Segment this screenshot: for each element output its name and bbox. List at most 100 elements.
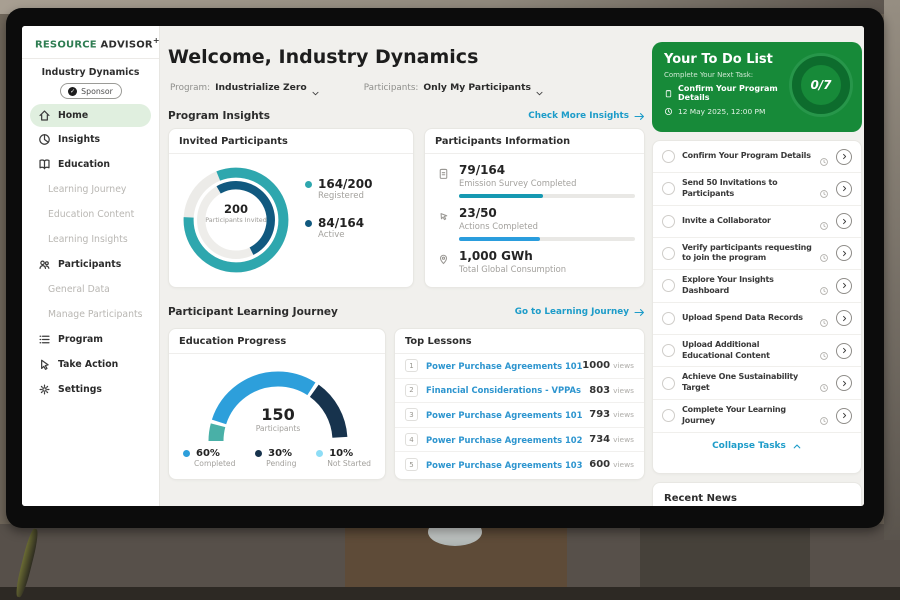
sidebar-item-home[interactable]: Home bbox=[30, 104, 151, 127]
chevron-up-icon bbox=[792, 442, 802, 450]
people-icon bbox=[38, 258, 51, 271]
task-checkbox[interactable] bbox=[662, 247, 675, 260]
chevron-right-button[interactable] bbox=[836, 343, 852, 359]
clipboard-icon bbox=[437, 165, 451, 179]
task-row-verify-participants[interactable]: Verify participants requesting to join t… bbox=[653, 238, 861, 271]
legend-dot-completed bbox=[183, 450, 190, 457]
recent-news-card: Recent News bbox=[652, 482, 862, 506]
insights-icon bbox=[38, 133, 51, 146]
legend-pending: 30% Pending bbox=[255, 448, 296, 468]
chevron-right-button[interactable] bbox=[836, 310, 852, 326]
office-background: RESOURCE ADVISOR+ Industry Dynamics ✓ Sp… bbox=[0, 0, 900, 600]
lesson-row: 3 Power Purchase Agreements 101 793 view… bbox=[395, 403, 644, 428]
book-icon bbox=[38, 158, 51, 171]
clock-icon bbox=[819, 378, 829, 388]
sidebar-item-label: Learning Insights bbox=[48, 234, 128, 245]
task-checkbox[interactable] bbox=[662, 215, 675, 228]
chevron-down-icon bbox=[311, 83, 320, 92]
chevron-right-button[interactable] bbox=[836, 213, 852, 229]
clock-icon bbox=[819, 411, 829, 421]
task-checkbox[interactable] bbox=[662, 377, 675, 390]
sidebar: RESOURCE ADVISOR+ Industry Dynamics ✓ Sp… bbox=[22, 26, 160, 506]
todo-tasks-card: Confirm Your Program Details Send 50 Inv… bbox=[652, 140, 862, 474]
sidebar-item-label: Take Action bbox=[58, 359, 118, 370]
due-date-label: 12 May 2025, 12:00 PM bbox=[678, 107, 765, 116]
sidebar-item-education-content[interactable]: Education Content bbox=[22, 202, 159, 227]
check-more-insights-link[interactable]: Check More Insights bbox=[528, 111, 645, 121]
recent-news-heading: Recent News bbox=[653, 483, 861, 506]
task-row-complete-learning-journey[interactable]: Complete Your Learning Journey bbox=[653, 400, 861, 433]
sidebar-item-learning-insights[interactable]: Learning Insights bbox=[22, 227, 159, 252]
lesson-link[interactable]: Power Purchase Agreements 102 bbox=[426, 435, 589, 445]
lesson-link[interactable]: Power Purchase Agreements 101 bbox=[426, 361, 582, 371]
program-label: Program: bbox=[170, 83, 210, 93]
task-row-upload-spend-data[interactable]: Upload Spend Data Records bbox=[653, 303, 861, 335]
task-checkbox[interactable] bbox=[662, 409, 675, 422]
not-started-value: 10% bbox=[329, 448, 353, 459]
sidebar-item-education[interactable]: Education bbox=[22, 152, 159, 177]
sidebar-item-insights[interactable]: Insights bbox=[22, 127, 159, 152]
participants-dropdown[interactable]: Participants: Only My Participants bbox=[364, 82, 544, 93]
sidebar-item-label: Insights bbox=[58, 134, 100, 145]
chevron-right-button[interactable] bbox=[836, 408, 852, 424]
collapse-tasks-link[interactable]: Collapse Tasks bbox=[653, 433, 861, 459]
task-checkbox[interactable] bbox=[662, 182, 675, 195]
sidebar-item-settings[interactable]: Settings bbox=[22, 377, 159, 402]
task-row-achieve-target[interactable]: Achieve One Sustainability Target bbox=[653, 367, 861, 400]
lesson-link[interactable]: Power Purchase Agreements 101 bbox=[426, 410, 589, 420]
legend-dot-registered bbox=[305, 181, 312, 188]
registered-label: Registered bbox=[318, 191, 372, 201]
chevron-right-button[interactable] bbox=[836, 245, 852, 261]
sidebar-item-participants[interactable]: Participants bbox=[22, 252, 159, 277]
task-checkbox[interactable] bbox=[662, 150, 675, 163]
education-progress-card: Education Progress 150 Participants 60% bbox=[168, 328, 386, 480]
lesson-rank: 2 bbox=[405, 384, 418, 397]
chevron-right-button[interactable] bbox=[836, 149, 852, 165]
task-label: Confirm Your Program Details bbox=[682, 151, 812, 162]
active-label: Active bbox=[318, 230, 372, 240]
link-label: Go to Learning Journey bbox=[515, 307, 629, 317]
sidebar-item-take-action[interactable]: Take Action bbox=[22, 352, 159, 377]
task-checkbox[interactable] bbox=[662, 279, 675, 292]
program-dropdown[interactable]: Program: Industrialize Zero bbox=[170, 82, 320, 93]
invited-count-label: Participants Invited bbox=[202, 216, 270, 224]
clipboard-icon bbox=[664, 89, 673, 98]
task-checkbox[interactable] bbox=[662, 312, 675, 325]
sidebar-item-label: Manage Participants bbox=[48, 309, 143, 320]
sidebar-item-program[interactable]: Program bbox=[22, 327, 159, 352]
todo-subtitle: Complete Your Next Task: bbox=[664, 71, 786, 79]
lesson-views: 793 bbox=[589, 409, 610, 420]
sidebar-item-manage-participants[interactable]: Manage Participants bbox=[22, 302, 159, 327]
todo-title: Your To Do List bbox=[664, 52, 786, 67]
card-title: Education Progress bbox=[169, 329, 385, 354]
sidebar-item-learning-journey[interactable]: Learning Journey bbox=[22, 177, 159, 202]
stat-global-consumption: 1,000 GWh Total Global Consumption bbox=[437, 249, 632, 274]
logo-secondary: ADVISOR bbox=[101, 39, 153, 50]
pending-value: 30% bbox=[268, 448, 292, 459]
sidebar-item-general-data[interactable]: General Data bbox=[22, 277, 159, 302]
invited-participants-card: Invited Participants 200 Participants In… bbox=[168, 128, 414, 288]
task-row-upload-educational-content[interactable]: Upload Additional Educational Content bbox=[653, 335, 861, 368]
task-row-explore-insights[interactable]: Explore Your Insights Dashboard bbox=[653, 270, 861, 303]
task-label: Explore Your Insights Dashboard bbox=[682, 275, 812, 297]
chevron-right-button[interactable] bbox=[836, 375, 852, 391]
chevron-right-button[interactable] bbox=[836, 278, 852, 294]
go-to-learning-journey-link[interactable]: Go to Learning Journey bbox=[515, 307, 645, 317]
lesson-link[interactable]: Power Purchase Agreements 103 bbox=[426, 460, 589, 470]
home-icon bbox=[38, 109, 51, 122]
legend-active: 84/164 Active bbox=[305, 216, 372, 240]
pending-label: Pending bbox=[266, 459, 296, 468]
arrow-right-icon bbox=[634, 308, 645, 317]
task-row-invite-collaborator[interactable]: Invite a Collaborator bbox=[653, 206, 861, 238]
stat-value: 79/164 bbox=[459, 163, 635, 177]
chevron-right-button[interactable] bbox=[836, 181, 852, 197]
task-checkbox[interactable] bbox=[662, 344, 675, 357]
task-row-confirm-program[interactable]: Confirm Your Program Details bbox=[653, 141, 861, 173]
collapse-label: Collapse Tasks bbox=[712, 441, 786, 451]
lesson-link[interactable]: Financial Considerations - VPPAs bbox=[426, 385, 589, 395]
lessons-list: 1 Power Purchase Agreements 101 1000 vie… bbox=[395, 354, 644, 477]
task-row-send-invitations[interactable]: Send 50 Invitations to Participants bbox=[653, 173, 861, 206]
clock-icon bbox=[819, 281, 829, 291]
gear-icon bbox=[38, 383, 51, 396]
logo-primary: RESOURCE bbox=[35, 39, 97, 50]
